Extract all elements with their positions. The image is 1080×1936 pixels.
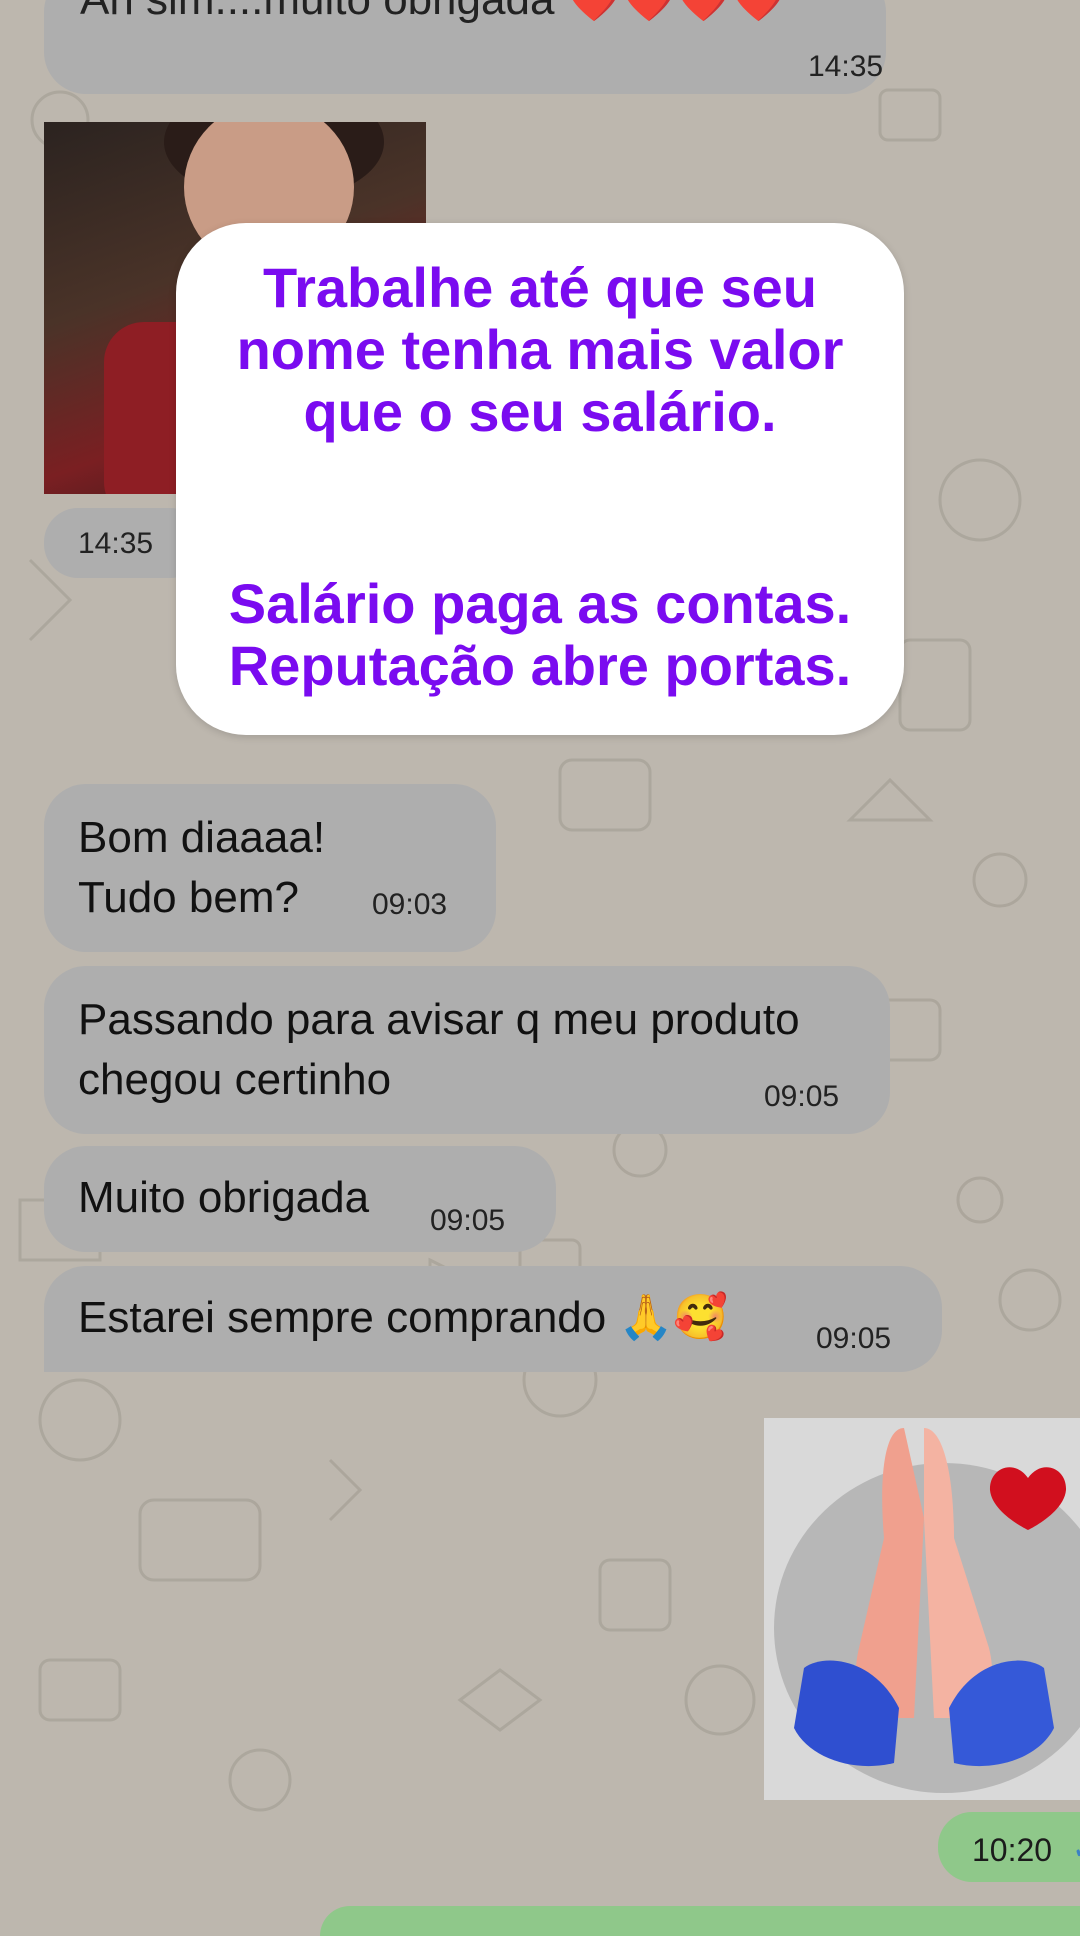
message-text: Ah sim....muito obrigada ❤️❤️❤️❤️ (80, 0, 786, 30)
message-time: 09:05 (816, 1322, 892, 1355)
message-text-line: chegou certinho (78, 1055, 392, 1104)
quote-line-4: Salário paga as contas. (228, 572, 852, 635)
message-bubble[interactable]: Bom diaaaa! Tudo bem? 09:03 (44, 784, 496, 952)
message-text-line: Bom diaaaa! (78, 813, 326, 862)
outgoing-message-bubble[interactable] (320, 1906, 1080, 1936)
quote-line-3: que o seu salário. (303, 380, 777, 443)
quote-line-5: Reputação abre portas. (228, 634, 852, 697)
prayer-hands-icon (794, 1428, 1067, 1767)
prayer-hands-sticker[interactable] (764, 1418, 1080, 1800)
message-text-line: Tudo bem? (78, 873, 299, 922)
message-text: Muito obrigada (78, 1173, 370, 1222)
outgoing-time-bubble: 10:20 ✓ (938, 1812, 1080, 1882)
double-check-icon: ✓ (1072, 1832, 1080, 1867)
message-bubble[interactable]: Passando para avisar q meu produto chego… (44, 966, 890, 1134)
message-time: 09:03 (372, 888, 448, 921)
quote-line-1: Trabalhe até que seu (263, 256, 817, 319)
quote-line-2: nome tenha mais valor (236, 318, 844, 381)
message-time: 09:05 (430, 1204, 506, 1237)
message-text-line: Passando para avisar q meu produto (78, 995, 800, 1044)
message-text: Estarei sempre comprando 🙏🥰 (78, 1293, 729, 1342)
message-bubble[interactable]: Muito obrigada 09:05 (44, 1146, 556, 1252)
message-bubble[interactable]: Ah sim....muito obrigada ❤️❤️❤️❤️ 14:35 (44, 0, 886, 94)
quote-overlay-card: Trabalhe até que seu nome tenha mais val… (176, 223, 904, 735)
message-bubble[interactable]: Estarei sempre comprando 🙏🥰 09:05 (44, 1266, 942, 1372)
photo-message-time: 14:35 (78, 527, 154, 560)
message-time: 14:35 (808, 50, 884, 83)
outgoing-message-time: 10:20 (972, 1832, 1053, 1868)
message-time: 09:05 (764, 1080, 840, 1113)
